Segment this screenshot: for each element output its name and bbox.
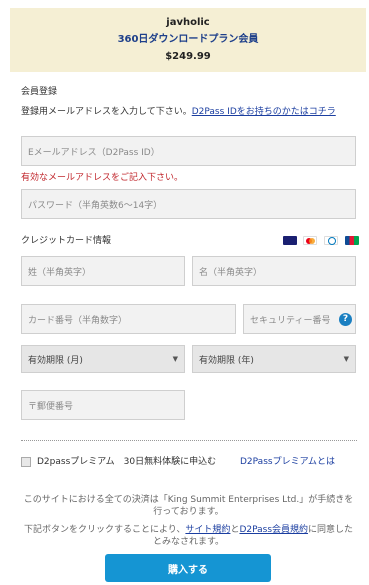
site-name: javholic [166, 17, 210, 28]
email-error: 有効なメールアドレスをご記入下さい。 [21, 173, 184, 183]
chevron-down-icon: ▼ [172, 355, 178, 363]
instruction-text: 登録用メールアドレスを入力して下さい。 [21, 107, 192, 117]
existing-member-link[interactable]: D2Pass IDをお持ちのかたはコチラ [192, 107, 336, 117]
terms-prefix: 下記ボタンをクリックすることにより、 [23, 525, 186, 535]
exp-year-value: 有効期限 (年) [199, 355, 254, 366]
mastercard-icon [303, 236, 317, 245]
plan-header: javholic 360日ダウンロードプラン会員 $249.99 [10, 8, 366, 72]
diners-icon [324, 236, 338, 245]
premium-checkbox[interactable] [21, 457, 31, 467]
credit-card-title: クレジットカード情報 [21, 236, 112, 246]
email-field[interactable]: Eメールアドレス（D2Pass ID） [21, 136, 356, 166]
divider [21, 440, 357, 441]
premium-label[interactable]: D2passプレミアム 30日無料体験に申込む [37, 456, 216, 468]
member-terms-link[interactable]: D2Pass会員規約 [239, 525, 308, 535]
settlement-notice: このサイトにおける全ての決済は「King Summit Enterprises … [23, 495, 354, 517]
chevron-down-icon: ▼ [343, 355, 349, 363]
exp-month-value: 有効期限 (月) [28, 355, 83, 366]
purchase-button[interactable]: 購入する [105, 554, 271, 582]
last-name-field[interactable]: 姓（半角英字） [21, 256, 185, 286]
site-terms-link[interactable]: サイト規約 [185, 525, 230, 535]
card-number-field[interactable]: カード番号（半角数字） [21, 304, 236, 334]
postal-code-field[interactable]: 〒郵便番号 [21, 390, 185, 420]
jcb-icon [345, 236, 359, 245]
plan-price: $249.99 [165, 51, 211, 62]
visa-icon [283, 236, 297, 245]
help-icon[interactable]: ? [339, 313, 352, 326]
first-name-field[interactable]: 名（半角英字） [192, 256, 356, 286]
registration-title: 会員登録 [21, 87, 58, 97]
terms-notice: 下記ボタンをクリックすることにより、サイト規約とD2Pass会員規約に同意したと… [21, 524, 356, 548]
password-field[interactable]: パスワード（半角英数6〜14字） [21, 189, 356, 219]
security-code-field[interactable]: セキュリティー番号 ? [243, 304, 356, 334]
exp-month-select[interactable]: 有効期限 (月) ▼ [21, 345, 185, 373]
premium-info-link[interactable]: D2Passプレミアムとは [240, 456, 335, 468]
plan-name: 360日ダウンロードプラン会員 [117, 34, 259, 45]
security-code-placeholder: セキュリティー番号 [250, 315, 331, 326]
registration-instruction: 登録用メールアドレスを入力して下さい。D2Pass IDをお持ちのかたはコチラ [21, 106, 361, 118]
exp-year-select[interactable]: 有効期限 (年) ▼ [192, 345, 356, 373]
